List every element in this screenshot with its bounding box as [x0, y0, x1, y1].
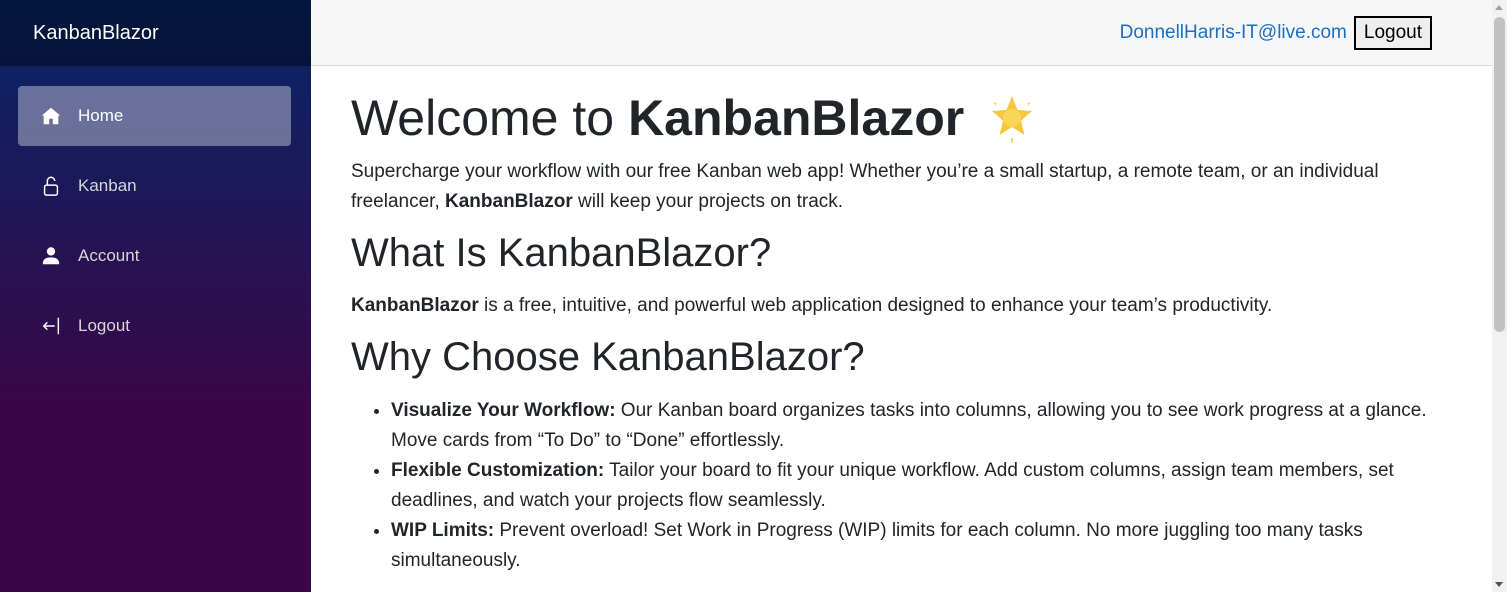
logout-icon [39, 314, 63, 338]
title-brand: KanbanBlazor [628, 90, 965, 146]
list-item: Flexible Customization: Tailor your boar… [391, 456, 1452, 516]
what-brand: KanbanBlazor [351, 295, 479, 316]
nav-menu: Home Kanban Account Logout [0, 66, 311, 356]
sidebar-item-label: Logout [78, 316, 130, 335]
sidebar-item-label: Account [78, 246, 140, 265]
sidebar-item-label: Home [78, 106, 124, 125]
home-icon [39, 104, 63, 128]
scroll-thumb[interactable] [1494, 17, 1505, 332]
lock-icon [39, 174, 63, 198]
brand-link[interactable]: KanbanBlazor [33, 22, 159, 45]
person-icon [39, 244, 63, 268]
sidebar: KanbanBlazor Home Kanban Account Logout [0, 0, 311, 592]
what-paragraph: KanbanBlazor is a free, intuitive, and p… [351, 291, 1452, 321]
what-heading: What Is KanbanBlazor? [351, 231, 772, 275]
sidebar-item-account[interactable]: Account [18, 226, 291, 286]
main-content: Welcome to KanbanBlazor Supercharge your… [311, 66, 1492, 592]
sidebar-item-logout[interactable]: Logout [18, 296, 291, 356]
scroll-up-arrow-icon[interactable] [1495, 5, 1503, 10]
intro-paragraph: Supercharge your workflow with our free … [351, 157, 1452, 217]
vertical-scrollbar[interactable] [1492, 0, 1507, 592]
sidebar-item-kanban[interactable]: Kanban [18, 156, 291, 216]
feature-text: Prevent overload! Set Work in Progress (… [391, 520, 1363, 571]
scroll-down-arrow-icon[interactable] [1495, 582, 1503, 587]
sidebar-item-label: Kanban [78, 176, 137, 195]
list-item: Visualize Your Workflow: Our Kanban boar… [391, 396, 1452, 456]
sidebar-item-home[interactable]: Home [18, 86, 291, 146]
intro-brand: KanbanBlazor [445, 191, 573, 212]
user-email-link[interactable]: DonnellHarris-IT@live.com [1120, 22, 1347, 44]
list-item: WIP Limits: Prevent overload! Set Work i… [391, 516, 1452, 576]
page-title: Welcome to KanbanBlazor [351, 88, 1452, 148]
why-heading: Why Choose KanbanBlazor? [351, 335, 865, 379]
feature-title: Flexible Customization: [391, 460, 605, 481]
title-prefix: Welcome to [351, 90, 615, 146]
logout-button[interactable]: Logout [1353, 15, 1432, 50]
feature-title: WIP Limits: [391, 520, 495, 541]
brand-bar: KanbanBlazor [0, 0, 311, 66]
features-list: Visualize Your Workflow: Our Kanban boar… [351, 396, 1452, 576]
what-text: is a free, intuitive, and powerful web a… [478, 295, 1273, 316]
intro-text-end: will keep your projects on track. [572, 191, 844, 212]
top-row: DonnellHarris-IT@live.com Logout [311, 0, 1492, 66]
feature-title: Visualize Your Workflow: [391, 400, 616, 421]
star-icon [984, 90, 1040, 146]
